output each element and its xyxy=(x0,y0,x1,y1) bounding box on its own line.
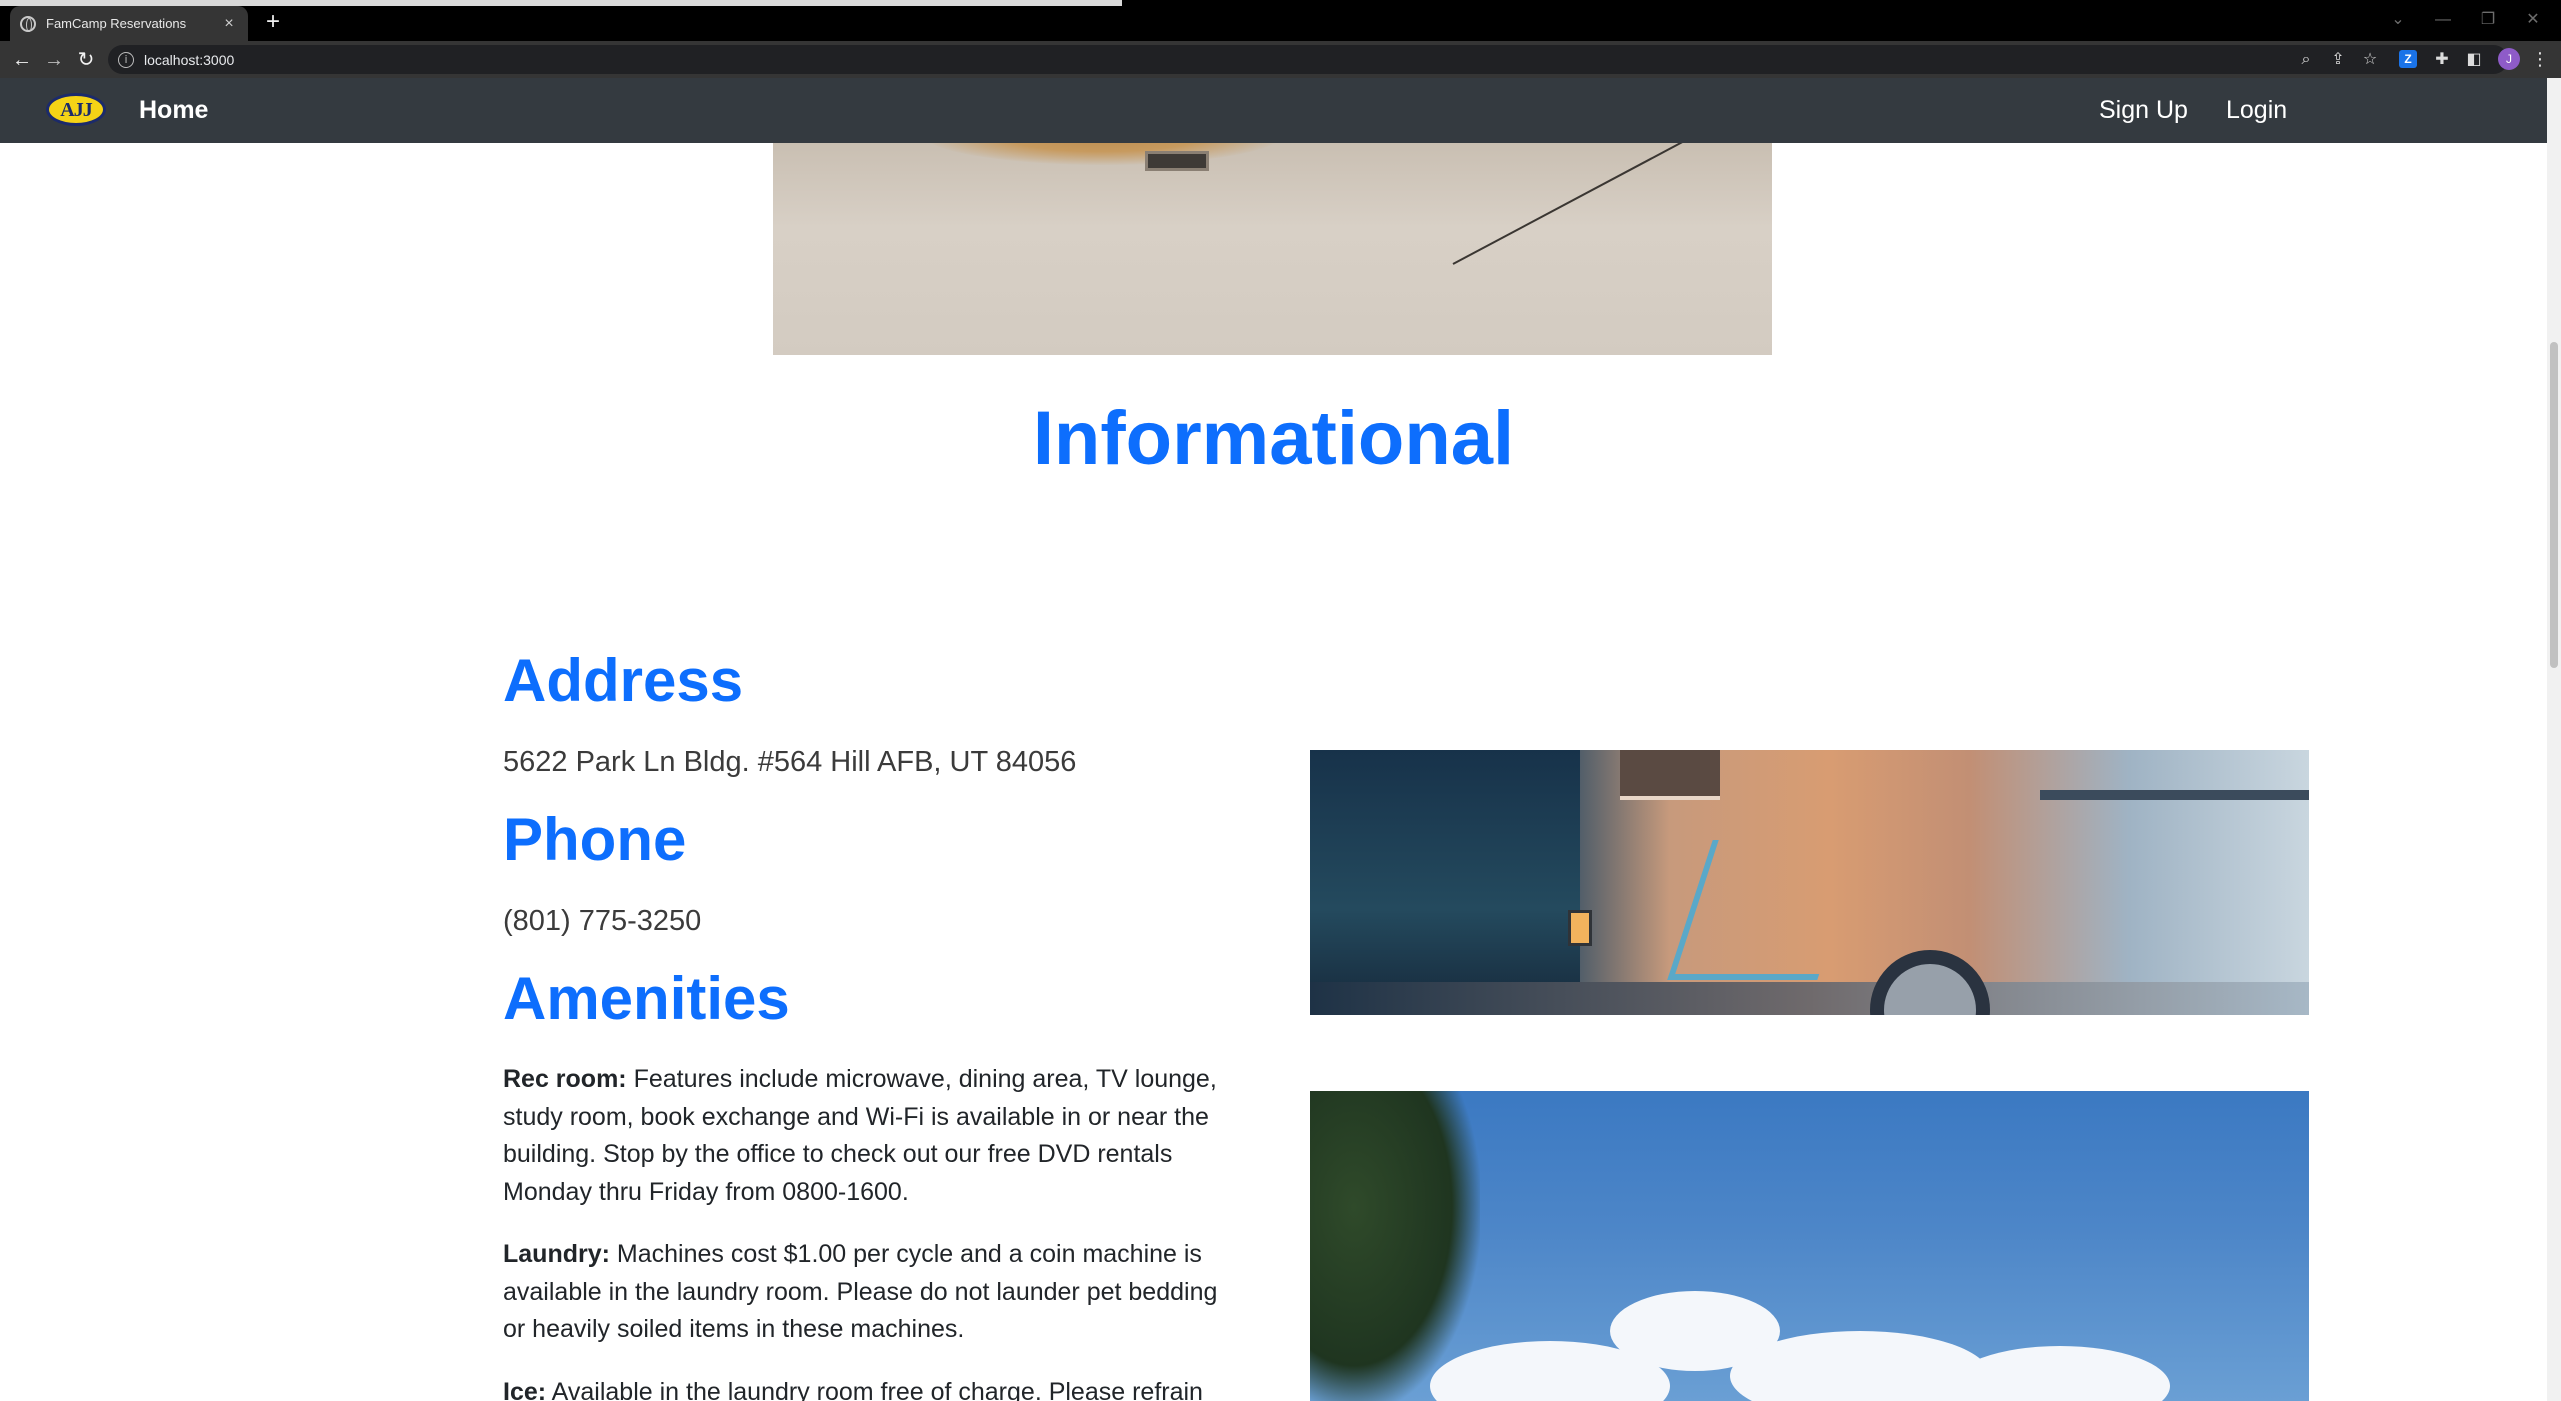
tab-close-button[interactable]: × xyxy=(220,15,238,33)
rv-pad-image xyxy=(773,143,1772,355)
globe-icon xyxy=(20,15,36,32)
amenity-text: Machines cost $1.00 per cycle and a coin… xyxy=(503,1240,1218,1343)
zoom-icon[interactable]: ⌕ xyxy=(2292,45,2320,73)
image-detail xyxy=(1667,840,1863,980)
logo-text: AJJ xyxy=(60,99,92,121)
puzzle-icon[interactable]: ✚ xyxy=(2428,45,2456,73)
tab-title: FamCamp Reservations xyxy=(46,16,187,31)
zoom-extension-icon[interactable]: Z xyxy=(2399,50,2417,68)
phone-text: (801) 775-3250 xyxy=(503,905,702,937)
address-bar[interactable]: i localhost:3000 xyxy=(108,45,2508,74)
amenity-label: Ice: xyxy=(503,1378,547,1401)
share-icon[interactable]: ⇪ xyxy=(2324,45,2352,73)
page-scrollbar[interactable] xyxy=(2547,78,2561,1401)
side-panel-icon[interactable]: ◧ xyxy=(2460,45,2488,73)
amenities-heading: Amenities xyxy=(503,965,790,1032)
image-detail xyxy=(1310,982,2309,1015)
image-detail xyxy=(1145,151,1209,171)
browser-menu-icon[interactable]: ⋮ xyxy=(2530,46,2550,74)
bookmark-star-icon[interactable]: ☆ xyxy=(2356,45,2384,73)
sky-image xyxy=(1310,1091,2309,1401)
image-detail xyxy=(1870,950,1990,1015)
scrollbar-thumb[interactable] xyxy=(2550,342,2558,668)
page-title: Informational xyxy=(1032,396,1515,481)
browser-tab-strip: FamCamp Reservations × + ⌄ — ❐ ✕ xyxy=(0,0,2561,41)
window-close-button[interactable]: ✕ xyxy=(2515,8,2551,32)
amenity-ice: Ice: Available in the laundry room free … xyxy=(503,1374,1233,1401)
restore-button[interactable]: ❐ xyxy=(2470,8,2506,32)
reload-icon[interactable]: ↻ xyxy=(72,46,100,74)
image-detail xyxy=(1452,143,1745,265)
profile-avatar[interactable]: J xyxy=(2498,48,2520,70)
minimize-button[interactable]: — xyxy=(2425,8,2461,32)
tab-search-icon[interactable]: ⌄ xyxy=(2380,8,2416,32)
browser-toolbar: ← → ↻ i localhost:3000 ⌕ ⇪ ☆ Z ✚ ◧ J ⋮ xyxy=(0,41,2561,78)
image-detail xyxy=(1568,910,1592,946)
amenity-text: Available in the laundry room free of ch… xyxy=(546,1378,1203,1401)
amenity-rec-room: Rec room: Features include microwave, di… xyxy=(503,1061,1233,1211)
image-detail xyxy=(1310,1091,1480,1401)
site-navbar: AJJ Home Sign Up Login xyxy=(0,78,2547,143)
image-detail xyxy=(1310,750,1580,1015)
site-info-icon[interactable]: i xyxy=(118,51,134,68)
camper-image xyxy=(1310,750,2309,1015)
image-detail xyxy=(1620,750,1720,800)
new-tab-button[interactable]: + xyxy=(260,9,286,35)
amenity-laundry: Laundry: Machines cost $1.00 per cycle a… xyxy=(503,1236,1233,1349)
amenity-label: Laundry: xyxy=(503,1240,610,1268)
image-detail xyxy=(1950,1346,2170,1401)
nav-home-link[interactable]: Home xyxy=(139,96,208,125)
address-heading: Address xyxy=(503,647,744,714)
nav-signup-link[interactable]: Sign Up xyxy=(2099,96,2188,125)
browser-tab[interactable]: FamCamp Reservations × xyxy=(10,6,248,41)
back-arrow-icon[interactable]: ← xyxy=(8,46,36,74)
address-text: 5622 Park Ln Bldg. #564 Hill AFB, UT 840… xyxy=(503,746,1077,778)
image-detail xyxy=(923,143,1283,165)
url-text[interactable]: localhost:3000 xyxy=(144,52,234,68)
amenity-label: Rec room: xyxy=(503,1065,627,1093)
nav-login-link[interactable]: Login xyxy=(2226,96,2287,125)
forward-arrow-icon[interactable]: → xyxy=(40,46,68,74)
image-detail xyxy=(2040,790,2309,800)
page-viewport: AJJ Home Sign Up Login Informational Add… xyxy=(0,78,2547,1401)
phone-heading: Phone xyxy=(503,806,687,873)
site-logo[interactable]: AJJ xyxy=(46,93,106,126)
